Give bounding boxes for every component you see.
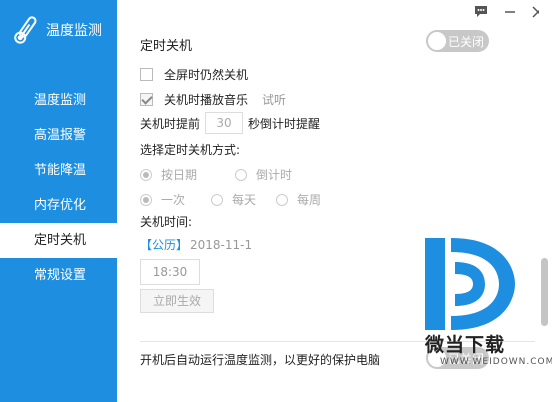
remind-prefix: 关机时提前	[140, 116, 201, 131]
remind-suffix: 秒倒计时提醒	[248, 116, 321, 131]
thermometer-icon	[14, 16, 37, 44]
music-option: 关机时播放音乐 试听	[140, 91, 286, 108]
sidebar: 温度监测 温度监测 高温报警 节能降温 内存优化 定时关机 常规设置	[0, 0, 117, 402]
once-radio[interactable]	[140, 193, 152, 206]
sidebar-item-general-settings[interactable]: 常规设置	[0, 258, 117, 293]
sidebar-item-scheduled-shutdown[interactable]: 定时关机	[0, 223, 117, 258]
by-date-radio[interactable]	[140, 168, 152, 181]
sidebar-item-memory-optimize[interactable]: 内存优化	[0, 188, 117, 223]
weekly-label: 每周	[297, 193, 322, 207]
date-row: 【公历】 2018-11-1	[140, 236, 252, 253]
by-date-label: 按日期	[161, 168, 198, 182]
sidebar-nav: 温度监测 高温报警 节能降温 内存优化 定时关机 常规设置	[0, 83, 117, 293]
weekly-radio[interactable]	[276, 193, 289, 206]
scrollbar-thumb[interactable]	[541, 258, 548, 326]
mode-title-text: 选择定时关机方式:	[140, 143, 241, 157]
fullscreen-checkbox[interactable]	[140, 68, 153, 81]
apply-button[interactable]: 立即生效	[140, 289, 214, 313]
mode-options: 按日期 倒计时	[140, 166, 310, 183]
time-minute: 30	[172, 265, 188, 279]
section-title: 定时关机	[140, 39, 193, 54]
autostart-text: 开机后自动运行温度监测，以更好的保护电脑	[140, 353, 381, 367]
daily-label: 每天	[232, 193, 257, 207]
scrollbar[interactable]	[539, 0, 552, 402]
calendar-type-tag[interactable]: 【公历】	[140, 236, 188, 253]
time-hour: 18	[152, 265, 168, 279]
sidebar-item-temperature[interactable]: 温度监测	[0, 83, 117, 118]
watermark-url: WWW.WEIDOWN.COM	[440, 357, 552, 367]
date-value[interactable]: 2018-11-1	[190, 238, 252, 252]
app-title: 温度监测	[46, 23, 102, 39]
sidebar-item-energy-saving[interactable]: 节能降温	[0, 153, 117, 188]
music-checkbox[interactable]	[140, 93, 153, 106]
daily-radio[interactable]	[211, 193, 224, 206]
sidebar-item-high-temp-alarm[interactable]: 高温报警	[0, 118, 117, 153]
brand: 温度监测	[10, 10, 102, 50]
music-label: 关机时播放音乐	[164, 93, 249, 107]
try-listen-link[interactable]: 试听	[262, 91, 286, 108]
watermark-name: 微当下载	[425, 334, 506, 356]
frequency-options: 一次 每天 每周	[140, 191, 339, 208]
fullscreen-option: 全屏时仍然关机	[140, 66, 248, 83]
countdown-label: 倒计时	[256, 168, 293, 182]
time-title: 关机时间:	[140, 213, 192, 230]
once-label: 一次	[161, 193, 186, 207]
time-input[interactable]: 18:30	[140, 259, 200, 285]
remind-row: 关机时提前 30 秒倒计时提醒	[140, 112, 320, 134]
remind-seconds-input[interactable]: 30	[205, 112, 244, 134]
countdown-radio[interactable]	[235, 168, 248, 181]
shutdown-toggle[interactable]: 已关闭	[426, 30, 489, 52]
mode-title: 选择定时关机方式:	[140, 141, 240, 158]
time-title-text: 关机时间:	[140, 215, 193, 229]
toggle-label: 已关闭	[448, 35, 485, 49]
fullscreen-label: 全屏时仍然关机	[164, 68, 249, 82]
toggle-knob	[428, 32, 446, 50]
